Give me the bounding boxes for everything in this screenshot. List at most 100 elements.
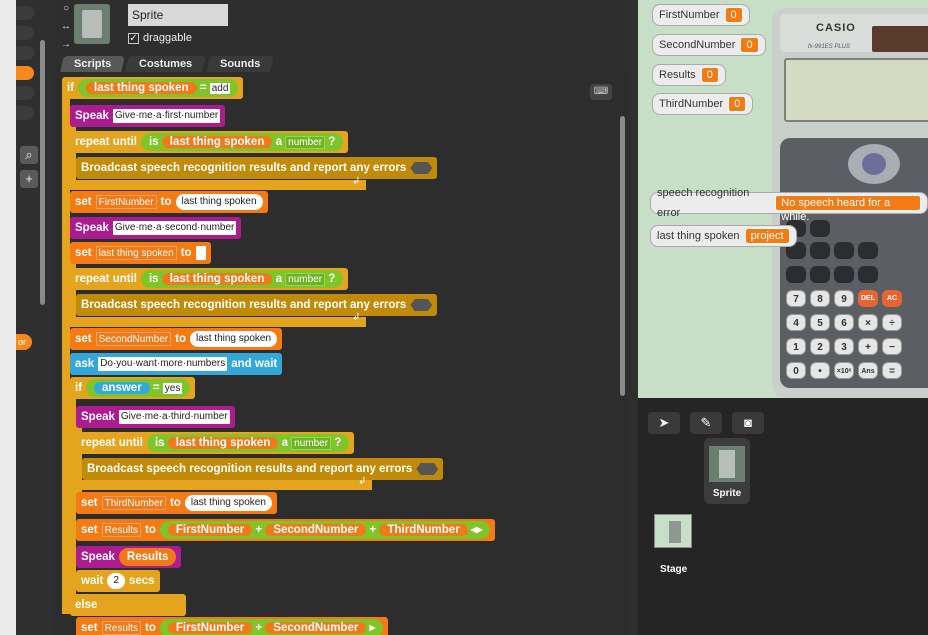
rotation-style-icons[interactable]: ○ ↔ → [58,0,74,54]
results-reporter[interactable]: Results [118,548,177,566]
watcher-third-number[interactable]: ThirdNumber 0 [652,93,754,115]
equals-operator[interactable]: last thing spoken = add [78,79,239,97]
set-variable-block[interactable]: set ThirdNumber to last thing spoken [76,492,277,514]
category-button[interactable] [16,26,34,40]
if-else-block[interactable]: if answer = yes [70,377,196,399]
calc-key-divide: ÷ [882,314,902,331]
set-variable-block[interactable]: set Results to FirstNumber + SecondNumbe… [76,519,496,541]
if-block[interactable]: if last thing spoken = add [62,77,244,99]
set-variable-block[interactable]: set Results to FirstNumber + SecondNumbe… [76,617,389,635]
answer-reporter[interactable]: answer [94,382,150,394]
category-button-variables[interactable] [16,66,34,80]
empty-slot[interactable] [416,463,439,475]
last-thing-spoken-reporter[interactable]: last thing spoken [167,437,279,449]
tab-scripts[interactable]: Scripts [60,56,125,72]
variable-dropdown[interactable]: FirstNumber [95,195,157,209]
sprite-name-field[interactable]: Sprite [128,4,228,26]
add-icon[interactable]: + [20,170,38,188]
watcher-speech-error[interactable]: speech recognition error No speech heard… [650,187,928,223]
sum-operator[interactable]: FirstNumber + SecondNumber ▸ [159,619,384,635]
watcher-second-number[interactable]: SecondNumber 0 [652,34,766,56]
last-thing-spoken-reporter[interactable]: last thing spoken [189,331,278,347]
paintbrush-icon[interactable]: ✎ [690,412,722,434]
scripts-scrollbar[interactable] [620,116,625,396]
speak-block[interactable]: Speak Give·me·a·second·number [70,217,242,239]
arrows-icon[interactable]: ◂▸ [471,524,483,536]
category-button[interactable] [16,6,34,20]
first-number-reporter[interactable]: FirstNumber [167,524,253,536]
repeat-until-block[interactable]: repeat until is last thing spoken a numb… [76,432,355,454]
text-slot[interactable]: Give·me·a·second·number [112,221,237,235]
is-type-predicate[interactable]: is last thing spoken a number ? [140,270,344,288]
broadcast-custom-block[interactable]: Broadcast speech recognition results and… [76,157,438,179]
palette-block-fragment[interactable]: or [16,334,32,350]
set-variable-block[interactable]: set FirstNumber to last thing spoken [70,191,268,213]
watcher-results[interactable]: Results 0 [652,64,726,86]
last-thing-spoken-reporter[interactable]: last thing spoken [86,82,197,94]
seconds-slot[interactable]: 2 [107,573,125,589]
broadcast-custom-block[interactable]: Broadcast speech recognition results and… [76,294,438,316]
set-variable-block[interactable]: set last thing spoken to [70,242,211,264]
tab-sounds[interactable]: Sounds [206,56,275,72]
keyboard-icon[interactable]: ⌨ [590,84,612,100]
speak-block[interactable]: Speak Give·me·a·first·number [70,105,226,127]
watcher-last-thing-spoken[interactable]: last thing spoken project [650,225,797,247]
pane-divider[interactable] [628,0,638,635]
value-slot[interactable]: add [209,83,231,94]
corral-sprite-icon[interactable]: Sprite [704,438,750,504]
pointer-arrow-icon[interactable]: ➤ [648,412,680,434]
category-button[interactable] [16,46,34,60]
equals-operator[interactable]: answer = yes [86,379,191,397]
speak-block[interactable]: Speak Give·me·a·third·number [76,406,235,428]
type-dropdown[interactable]: number [285,273,326,286]
second-number-reporter[interactable]: SecondNumber [265,524,367,536]
sum-operator[interactable]: FirstNumber + SecondNumber + ThirdNumber… [159,521,491,539]
question-slot[interactable]: Do·you·want·more·numbers [98,357,228,371]
last-thing-spoken-reporter[interactable]: last thing spoken [184,495,272,511]
variable-dropdown[interactable]: Results [101,621,141,635]
text-slot[interactable]: Give·me·a·first·number [112,109,221,123]
arrow-icon[interactable]: ▸ [370,622,376,634]
empty-slot[interactable] [410,162,433,174]
repeat-until-block[interactable]: repeat until is last thing spoken a numb… [70,268,349,290]
search-icon[interactable]: ⌕ [20,146,38,164]
stage-label: Stage [660,564,688,575]
calc-key [786,266,806,283]
set-variable-block[interactable]: set SecondNumber to last thing spoken [70,328,283,350]
is-type-predicate[interactable]: is last thing spoken a number ? [146,434,350,452]
variable-dropdown[interactable]: ThirdNumber [101,496,166,510]
repeat-until-block[interactable]: repeat until is last thing spoken a numb… [70,131,349,153]
first-number-reporter[interactable]: FirstNumber [167,622,253,634]
camera-icon[interactable]: ◙ [732,412,764,434]
broadcast-custom-block[interactable]: Broadcast speech recognition results and… [82,458,444,480]
draggable-checkbox[interactable]: ✓ draggable [128,32,192,44]
variable-dropdown[interactable]: SecondNumber [95,332,172,346]
calculator-header: CASIO fx-991ES PLUS [780,14,928,52]
category-button[interactable] [16,86,34,100]
second-number-reporter[interactable]: SecondNumber [265,622,367,634]
last-thing-spoken-reporter[interactable]: last thing spoken [161,273,273,285]
third-number-reporter[interactable]: ThirdNumber [379,524,468,536]
palette-scrollbar[interactable] [40,40,45,305]
stage[interactable]: CASIO fx-991ES PLUS 7 8 9 DEL AC 4 5 6 ×… [638,0,928,398]
tab-costumes[interactable]: Costumes [125,56,207,72]
scripts-area[interactable]: ⌨ if last thing spoken = add Speak Give·… [54,72,628,635]
text-slot[interactable]: Give·me·a·third·number [118,410,230,424]
empty-slot[interactable] [410,299,433,311]
last-thing-spoken-reporter[interactable]: last thing spoken [161,136,273,148]
last-thing-spoken-reporter[interactable]: last thing spoken [175,194,263,210]
type-dropdown[interactable]: number [291,437,332,450]
checkbox-icon[interactable]: ✓ [128,33,139,44]
value-slot[interactable]: yes [162,383,183,394]
ask-and-wait-block[interactable]: ask Do·you·want·more·numbers and wait [70,353,283,375]
is-type-predicate[interactable]: is last thing spoken a number ? [140,133,344,151]
stage-thumbnail[interactable] [654,514,692,548]
value-slot[interactable] [195,246,206,260]
type-dropdown[interactable]: number [285,136,326,149]
speak-block[interactable]: Speak Results [76,546,182,568]
variable-dropdown[interactable]: last thing spoken [95,246,177,260]
variable-dropdown[interactable]: Results [101,523,141,537]
category-button[interactable] [16,106,34,120]
watcher-first-number[interactable]: FirstNumber 0 [652,4,750,26]
wait-block[interactable]: wait 2 secs [76,570,160,592]
